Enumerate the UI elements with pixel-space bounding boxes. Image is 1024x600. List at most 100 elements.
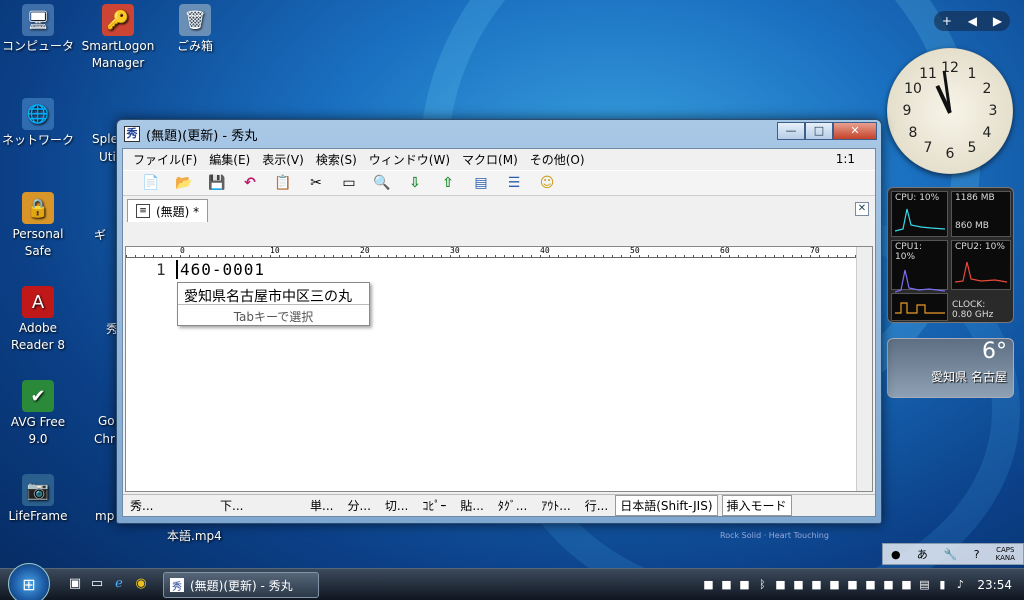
desktop-icon-partial[interactable]: Sple	[92, 132, 118, 146]
menu-search[interactable]: 検索(S)	[310, 151, 363, 168]
menu-edit[interactable]: 編集(E)	[203, 151, 256, 168]
help-icon[interactable]: ☺	[537, 173, 557, 193]
tray-app-icon[interactable]: ■	[899, 578, 913, 592]
tray-app-icon[interactable]: ■	[827, 578, 841, 592]
split-icon[interactable]: ☰	[504, 173, 524, 193]
save-icon[interactable]: 💾	[207, 173, 227, 193]
desktop-icon-partial[interactable]: ギ	[94, 226, 106, 243]
brand-text: Rock Solid · Heart Touching	[720, 531, 829, 540]
system-tray: ■ ■ ■ ᛒ ■ ■ ■ ■ ■ ■ ■ ■ ▤ ▮ ♪ 23:54	[701, 569, 1024, 600]
cpu1-cell: CPU1: 10%	[891, 240, 948, 293]
tray-app-icon[interactable]: ■	[791, 578, 805, 592]
volume-icon[interactable]: ♪	[953, 578, 967, 592]
cpu-clock-graph	[895, 302, 945, 314]
help-icon[interactable]: ?	[974, 548, 980, 561]
internet-explorer-icon[interactable]: ℯ	[110, 576, 128, 594]
status-item[interactable]: 単...	[303, 497, 340, 514]
insert-mode-indicator[interactable]: 挿入モード	[721, 495, 792, 516]
tray-app-icon[interactable]: ■	[773, 578, 787, 592]
prev-gadget-icon[interactable]: ◀	[968, 14, 977, 28]
menu-view[interactable]: 表示(V)	[256, 151, 310, 168]
start-button[interactable]: ⊞	[8, 563, 50, 600]
add-gadget-icon[interactable]: +	[942, 14, 952, 28]
cpu-meter-gadget[interactable]: CPU: 10% 1186 MB 860 MB CPU1: 10% CPU2: …	[887, 187, 1014, 323]
completion-candidate[interactable]: 愛知県名古屋市中区三の丸	[178, 283, 369, 305]
tray-app-icon[interactable]: ■	[845, 578, 859, 592]
status-item[interactable]: 下...	[213, 497, 293, 514]
status-item[interactable]: 分...	[340, 497, 377, 514]
desktop-icon-computer[interactable]: 🖥 コンピュータ	[0, 4, 76, 55]
tray-app-icon[interactable]: ■	[809, 578, 823, 592]
text-editor[interactable]: 0 10 20 30 40 50 60 70 1 460-0001 愛知県名古屋…	[125, 246, 873, 492]
menu-macro[interactable]: マクロ(M)	[456, 151, 524, 168]
desktop-icon-avg[interactable]: ✔ AVG Free 9.0	[0, 380, 76, 448]
weather-gadget[interactable]: 6° 愛知県 名古屋	[887, 338, 1014, 398]
ime-palette-icon[interactable]: ●	[891, 548, 901, 561]
desktop-icon-personal-safe[interactable]: 🔒 Personal Safe	[0, 192, 76, 260]
desktop-icon-partial[interactable]: Uti	[99, 150, 116, 164]
desktop-icon-partial[interactable]: 本語.mp4	[167, 527, 222, 544]
ime-mode-icon[interactable]: あ	[917, 546, 928, 562]
cursor-position: 1:1	[835, 152, 855, 166]
status-item[interactable]: ｺﾋﾟｰ	[415, 497, 453, 514]
tool-icon[interactable]: 🔧	[944, 548, 958, 561]
taskbar-clock[interactable]: 23:54	[977, 578, 1012, 592]
status-item[interactable]: 秀...	[123, 497, 213, 514]
clipboard-icon[interactable]: 📋	[273, 173, 293, 193]
tray-app-icon[interactable]: ■	[737, 578, 751, 592]
maximize-button[interactable]: □	[805, 122, 833, 140]
next-gadget-icon[interactable]: ▶	[993, 14, 1002, 28]
language-bar: ● あ 🔧 ? CAPS KANA	[882, 543, 1024, 565]
switch-windows-icon[interactable]: ▭	[88, 576, 106, 594]
hidemaru-app-icon[interactable]: 秀	[124, 126, 140, 142]
tray-app-icon[interactable]: ■	[701, 578, 715, 592]
status-item[interactable]: 行...	[578, 497, 615, 514]
ruler-mark: 10	[270, 246, 280, 255]
desktop-icon-adobe-reader[interactable]: A Adobe Reader 8	[0, 286, 76, 354]
new-file-icon[interactable]: 📄	[141, 173, 161, 193]
clock-number: 10	[904, 81, 922, 97]
search-down-icon[interactable]: ⇩	[405, 173, 425, 193]
desktop-icon-network[interactable]: 🌐 ネットワーク	[0, 98, 76, 149]
menu-other[interactable]: その他(O)	[524, 151, 591, 168]
paste-icon[interactable]: ▭	[339, 173, 359, 193]
cut-icon[interactable]: ✂	[306, 173, 326, 193]
status-item[interactable]: 切...	[378, 497, 415, 514]
undo-icon[interactable]: ↶	[240, 173, 260, 193]
lifeframe-icon: 📷	[22, 474, 54, 506]
tray-app-icon[interactable]: ■	[881, 578, 895, 592]
search-icon[interactable]: 🔍	[372, 173, 392, 193]
desktop-icon-partial[interactable]: Go	[98, 414, 115, 428]
tray-app-icon[interactable]: ■	[863, 578, 877, 592]
battery-icon[interactable]: ▮	[935, 578, 949, 592]
close-button[interactable]: ✕	[833, 122, 877, 140]
open-folder-icon[interactable]: 📂	[174, 173, 194, 193]
status-bar: 秀... 下... 単... 分... 切... ｺﾋﾟｰ 貼... ﾀｸﾞ..…	[123, 494, 875, 516]
status-item[interactable]: ﾀｸﾞ...	[491, 497, 534, 514]
desktop-icon-partial[interactable]: Chr	[94, 432, 115, 446]
tab-untitled[interactable]: ≡ (無題) *	[127, 199, 209, 222]
bluetooth-icon[interactable]: ᛒ	[755, 578, 769, 592]
minimize-button[interactable]: —	[777, 122, 805, 140]
search-up-icon[interactable]: ⇧	[438, 173, 458, 193]
show-desktop-icon[interactable]: ▣	[66, 576, 84, 594]
title-bar[interactable]: 秀 (無題)(更新) - 秀丸 — □ ✕	[117, 120, 881, 148]
network-tray-icon[interactable]: ▤	[917, 578, 931, 592]
desktop-icon-smartlogon[interactable]: 🔑 SmartLogon Manager	[79, 4, 157, 72]
desktop-icon-label: コンピュータ	[1, 39, 74, 53]
clock-gadget[interactable]: 12 1 2 3 4 5 6 7 8 9 10 11	[887, 48, 1013, 174]
desktop-icon-lifeframe[interactable]: 📷 LifeFrame	[0, 474, 76, 525]
menu-file[interactable]: ファイル(F)	[127, 151, 203, 168]
menu-window[interactable]: ウィンドウ(W)	[363, 151, 456, 168]
desktop-icon-recycle-bin[interactable]: 🗑 ごみ箱	[157, 4, 233, 55]
status-item[interactable]: 貼...	[453, 497, 490, 514]
taskbar-item-hidemaru[interactable]: 秀 (無題)(更新) - 秀丸	[163, 572, 319, 598]
encoding-indicator[interactable]: 日本語(Shift-JIS)	[615, 495, 718, 516]
vertical-scrollbar[interactable]	[856, 247, 872, 491]
chrome-icon[interactable]: ◉	[132, 576, 150, 594]
window-list-icon[interactable]: ▤	[471, 173, 491, 193]
close-tab-icon[interactable]: ✕	[855, 202, 869, 216]
desktop-icon-partial[interactable]: mp	[95, 509, 114, 523]
tray-app-icon[interactable]: ■	[719, 578, 733, 592]
status-item[interactable]: ｱｳﾄ...	[534, 497, 577, 514]
